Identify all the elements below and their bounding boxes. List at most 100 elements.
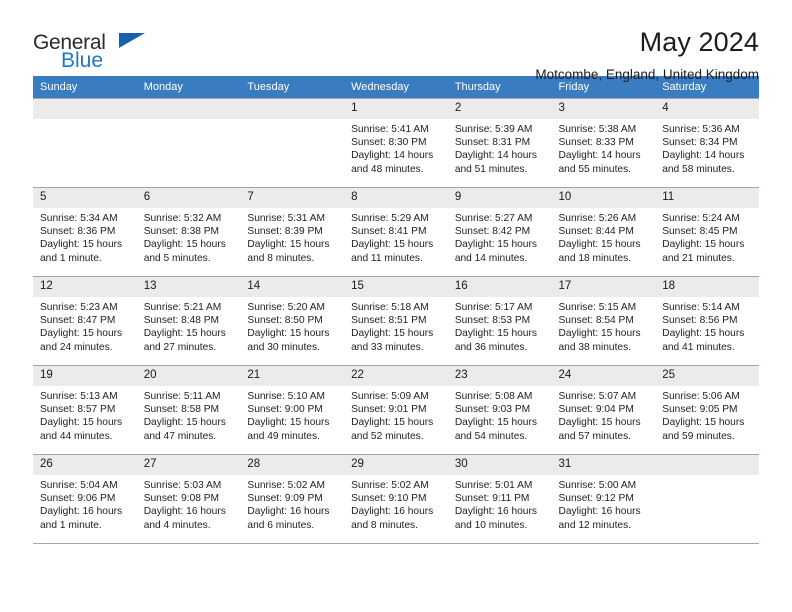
calendar-day-cell[interactable]: 19 Sunrise: 5:13 AM Sunset: 8:57 PM Dayligh… — [33, 365, 137, 454]
day-detail-line: and 1 minute. — [40, 519, 102, 531]
calendar-day-cell[interactable]: 3 Sunrise: 5:38 AM Sunset: 8:33 PM Daylight… — [551, 98, 656, 187]
calendar-week-row: 1 Sunrise: 5:41 AM Sunset: 8:30 PM Daylight… — [33, 98, 759, 187]
calendar-day-cell[interactable]: 26 Sunrise: 5:04 AM Sunset: 9:06 PM Dayligh… — [33, 454, 137, 543]
calendar-day-cell[interactable]: 16 Sunrise: 5:17 AM Sunset: 8:53 PM Dayligh… — [447, 276, 552, 365]
day-detail-line: and 6 minutes. — [247, 519, 315, 531]
day-sun-details: Sunrise: 5:18 AM Sunset: 8:51 PM Daylight:… — [344, 297, 448, 354]
day-cell-inner: 24 Sunrise: 5:07 AM Sunset: 9:04 PM Dayligh… — [551, 365, 656, 454]
calendar-day-cell[interactable]: 21 Sunrise: 5:10 AM Sunset: 9:00 PM Dayligh… — [240, 365, 345, 454]
day-cell-inner: 11 Sunrise: 5:24 AM Sunset: 8:45 PM Dayligh… — [655, 187, 759, 276]
day-detail-line: Daylight: 15 hours — [662, 239, 745, 251]
calendar-day-cell[interactable]: 18 Sunrise: 5:14 AM Sunset: 8:56 PM Dayligh… — [655, 276, 759, 365]
calendar-day-cell[interactable]: 20 Sunrise: 5:11 AM Sunset: 8:58 PM Dayligh… — [136, 365, 241, 454]
day-detail-line: Daylight: 15 hours — [662, 328, 745, 340]
day-cell-inner — [33, 98, 137, 187]
calendar-day-cell[interactable]: 15 Sunrise: 5:18 AM Sunset: 8:51 PM Dayligh… — [344, 276, 448, 365]
calendar-day-cell[interactable]: 14 Sunrise: 5:20 AM Sunset: 8:50 PM Dayligh… — [240, 276, 345, 365]
day-detail-line: Sunrise: 5:17 AM — [454, 302, 533, 313]
calendar-day-cell[interactable]: 9 Sunrise: 5:27 AM Sunset: 8:42 PM Daylight… — [447, 187, 552, 276]
day-number: 21 — [240, 366, 345, 386]
calendar-day-cell[interactable]: 5 Sunrise: 5:34 AM Sunset: 8:36 PM Daylight… — [33, 187, 137, 276]
day-number: 16 — [447, 277, 552, 297]
day-detail-line: Sunset: 9:00 PM — [247, 404, 323, 416]
calendar-day-cell[interactable]: 30 Sunrise: 5:01 AM Sunset: 9:11 PM Dayligh… — [447, 454, 552, 543]
calendar-day-cell[interactable]: 4 Sunrise: 5:36 AM Sunset: 8:34 PM Daylight… — [655, 98, 759, 187]
day-detail-line: and 27 minutes. — [143, 341, 217, 353]
calendar-day-cell[interactable]: 31 Sunrise: 5:00 AM Sunset: 9:12 PM Dayligh… — [551, 454, 656, 543]
day-cell-inner: 28 Sunrise: 5:02 AM Sunset: 9:09 PM Dayligh… — [240, 454, 345, 543]
day-cell-inner: 9 Sunrise: 5:27 AM Sunset: 8:42 PM Daylight… — [447, 187, 552, 276]
calendar-day-cell[interactable]: 17 Sunrise: 5:15 AM Sunset: 8:54 PM Dayligh… — [551, 276, 656, 365]
day-cell-inner: 19 Sunrise: 5:13 AM Sunset: 8:57 PM Dayligh… — [33, 365, 137, 454]
day-detail-line: Sunrise: 5:03 AM — [143, 480, 222, 491]
day-cell-inner: 2 Sunrise: 5:39 AM Sunset: 8:31 PM Daylight… — [447, 98, 552, 187]
day-sun-details: Sunrise: 5:15 AM Sunset: 8:54 PM Daylight:… — [552, 297, 656, 354]
day-detail-line: Sunrise: 5:18 AM — [351, 302, 429, 313]
day-detail-line: Daylight: 16 hours — [143, 506, 226, 518]
day-detail-line: Daylight: 14 hours — [454, 150, 537, 162]
calendar-empty-cell — [240, 98, 345, 187]
day-detail-line: Sunset: 9:10 PM — [351, 493, 427, 505]
day-number: 23 — [447, 366, 552, 386]
calendar-day-cell[interactable]: 11 Sunrise: 5:24 AM Sunset: 8:45 PM Dayligh… — [655, 187, 759, 276]
day-detail-line: Sunrise: 5:23 AM — [40, 302, 118, 313]
calendar-day-cell[interactable]: 28 Sunrise: 5:02 AM Sunset: 9:09 PM Dayligh… — [240, 454, 345, 543]
day-number: 2 — [447, 99, 552, 119]
day-detail-line: Daylight: 14 hours — [558, 150, 641, 162]
day-detail-line: and 52 minutes. — [351, 430, 424, 442]
day-detail-line: Sunrise: 5:01 AM — [454, 480, 533, 491]
calendar-day-cell[interactable]: 27 Sunrise: 5:03 AM Sunset: 9:08 PM Dayligh… — [136, 454, 241, 543]
day-detail-line: Sunset: 9:03 PM — [454, 404, 531, 416]
day-number: 7 — [240, 188, 345, 208]
day-detail-line: Sunrise: 5:29 AM — [351, 213, 429, 224]
general-blue-logo[interactable]: General Blue — [33, 26, 203, 71]
day-number: 24 — [551, 366, 656, 386]
calendar-day-cell[interactable]: 10 Sunrise: 5:26 AM Sunset: 8:44 PM Dayligh… — [551, 187, 656, 276]
calendar-day-cell[interactable]: 6 Sunrise: 5:32 AM Sunset: 8:38 PM Daylight… — [136, 187, 241, 276]
weekday-header-tuesday: Tuesday — [240, 76, 345, 98]
day-detail-line: Sunrise: 5:32 AM — [143, 213, 222, 224]
calendar-day-cell[interactable]: 7 Sunrise: 5:31 AM Sunset: 8:39 PM Daylight… — [240, 187, 345, 276]
day-number: 31 — [551, 455, 656, 475]
day-number — [655, 455, 759, 475]
calendar-day-cell[interactable]: 29 Sunrise: 5:02 AM Sunset: 9:10 PM Dayligh… — [344, 454, 448, 543]
day-detail-line: and 59 minutes. — [662, 430, 735, 442]
calendar-day-cell[interactable]: 2 Sunrise: 5:39 AM Sunset: 8:31 PM Daylight… — [447, 98, 552, 187]
day-number: 9 — [447, 188, 552, 208]
day-sun-details: Sunrise: 5:03 AM Sunset: 9:08 PM Daylight:… — [137, 475, 241, 532]
calendar-day-cell[interactable]: 24 Sunrise: 5:07 AM Sunset: 9:04 PM Dayligh… — [551, 365, 656, 454]
day-cell-inner: 6 Sunrise: 5:32 AM Sunset: 8:38 PM Daylight… — [136, 187, 241, 276]
day-cell-inner: 26 Sunrise: 5:04 AM Sunset: 9:06 PM Dayligh… — [33, 454, 137, 543]
day-cell-inner: 4 Sunrise: 5:36 AM Sunset: 8:34 PM Daylight… — [655, 98, 759, 187]
day-cell-inner: 25 Sunrise: 5:06 AM Sunset: 9:05 PM Dayligh… — [655, 365, 759, 454]
day-cell-inner: 12 Sunrise: 5:23 AM Sunset: 8:47 PM Dayligh… — [33, 276, 137, 365]
day-detail-line: Sunrise: 5:02 AM — [247, 480, 325, 491]
day-detail-line: Sunset: 8:57 PM — [40, 404, 116, 416]
calendar-day-cell[interactable]: 8 Sunrise: 5:29 AM Sunset: 8:41 PM Daylight… — [344, 187, 448, 276]
calendar-day-cell[interactable]: 25 Sunrise: 5:06 AM Sunset: 9:05 PM Dayligh… — [655, 365, 759, 454]
calendar-day-cell[interactable]: 13 Sunrise: 5:21 AM Sunset: 8:48 PM Dayligh… — [136, 276, 241, 365]
day-detail-line: Sunset: 8:33 PM — [558, 137, 634, 149]
day-detail-line: Daylight: 15 hours — [351, 328, 434, 340]
day-sun-details: Sunrise: 5:32 AM Sunset: 8:38 PM Daylight:… — [137, 208, 241, 265]
calendar-empty-cell — [33, 98, 137, 187]
day-detail-line: Sunset: 9:05 PM — [662, 404, 738, 416]
day-sun-details: Sunrise: 5:00 AM Sunset: 9:12 PM Daylight:… — [552, 475, 656, 532]
day-detail-line: and 33 minutes. — [351, 341, 424, 353]
day-detail-line: Daylight: 15 hours — [143, 239, 226, 251]
day-number: 28 — [240, 455, 345, 475]
calendar-day-cell[interactable]: 12 Sunrise: 5:23 AM Sunset: 8:47 PM Dayligh… — [33, 276, 137, 365]
day-cell-inner: 10 Sunrise: 5:26 AM Sunset: 8:44 PM Dayligh… — [551, 187, 656, 276]
day-detail-line: and 12 minutes. — [558, 519, 632, 531]
day-sun-details: Sunrise: 5:01 AM Sunset: 9:11 PM Daylight:… — [448, 475, 552, 532]
calendar-day-cell[interactable]: 22 Sunrise: 5:09 AM Sunset: 9:01 PM Dayligh… — [344, 365, 448, 454]
calendar-week-row: 26 Sunrise: 5:04 AM Sunset: 9:06 PM Dayligh… — [33, 454, 759, 543]
day-sun-details: Sunrise: 5:04 AM Sunset: 9:06 PM Daylight:… — [33, 475, 137, 532]
day-detail-line: and 49 minutes. — [247, 430, 320, 442]
day-sun-details: Sunrise: 5:10 AM Sunset: 9:00 PM Daylight:… — [240, 386, 344, 443]
day-cell-inner: 30 Sunrise: 5:01 AM Sunset: 9:11 PM Dayligh… — [447, 454, 552, 543]
day-detail-line: Sunrise: 5:31 AM — [247, 213, 325, 224]
day-cell-inner: 23 Sunrise: 5:08 AM Sunset: 9:03 PM Dayligh… — [447, 365, 552, 454]
calendar-day-cell[interactable]: 23 Sunrise: 5:08 AM Sunset: 9:03 PM Dayligh… — [447, 365, 552, 454]
calendar-day-cell[interactable]: 1 Sunrise: 5:41 AM Sunset: 8:30 PM Daylight… — [344, 98, 448, 187]
